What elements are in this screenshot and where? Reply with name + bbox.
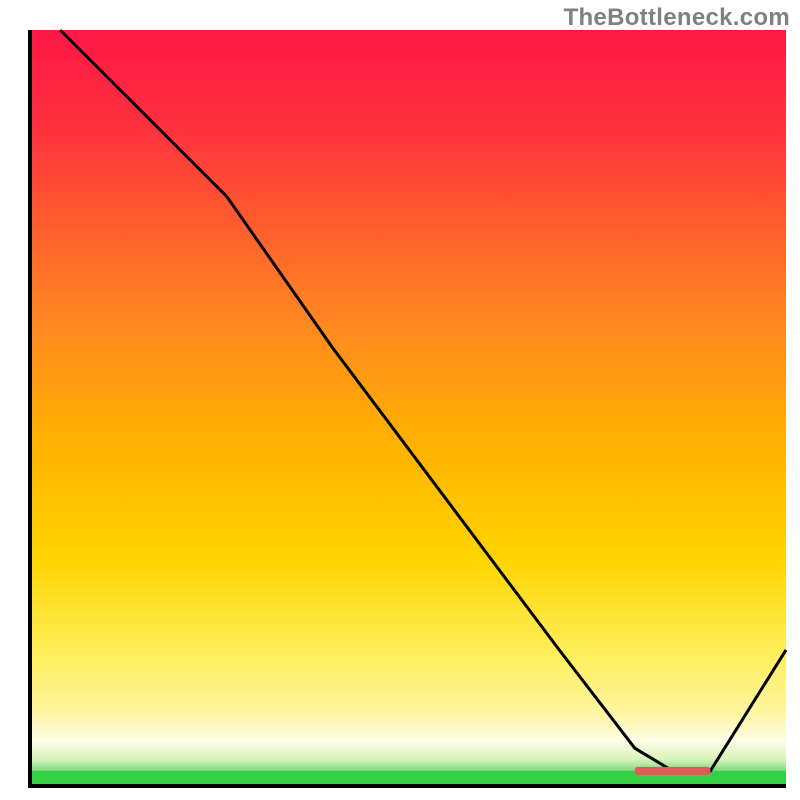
watermark-text: TheBottleneck.com [564, 4, 790, 32]
optimal-marker [635, 767, 711, 775]
chart-container: TheBottleneck.com [0, 0, 800, 800]
plot-background [30, 30, 786, 786]
bottleneck-chart [0, 0, 800, 800]
